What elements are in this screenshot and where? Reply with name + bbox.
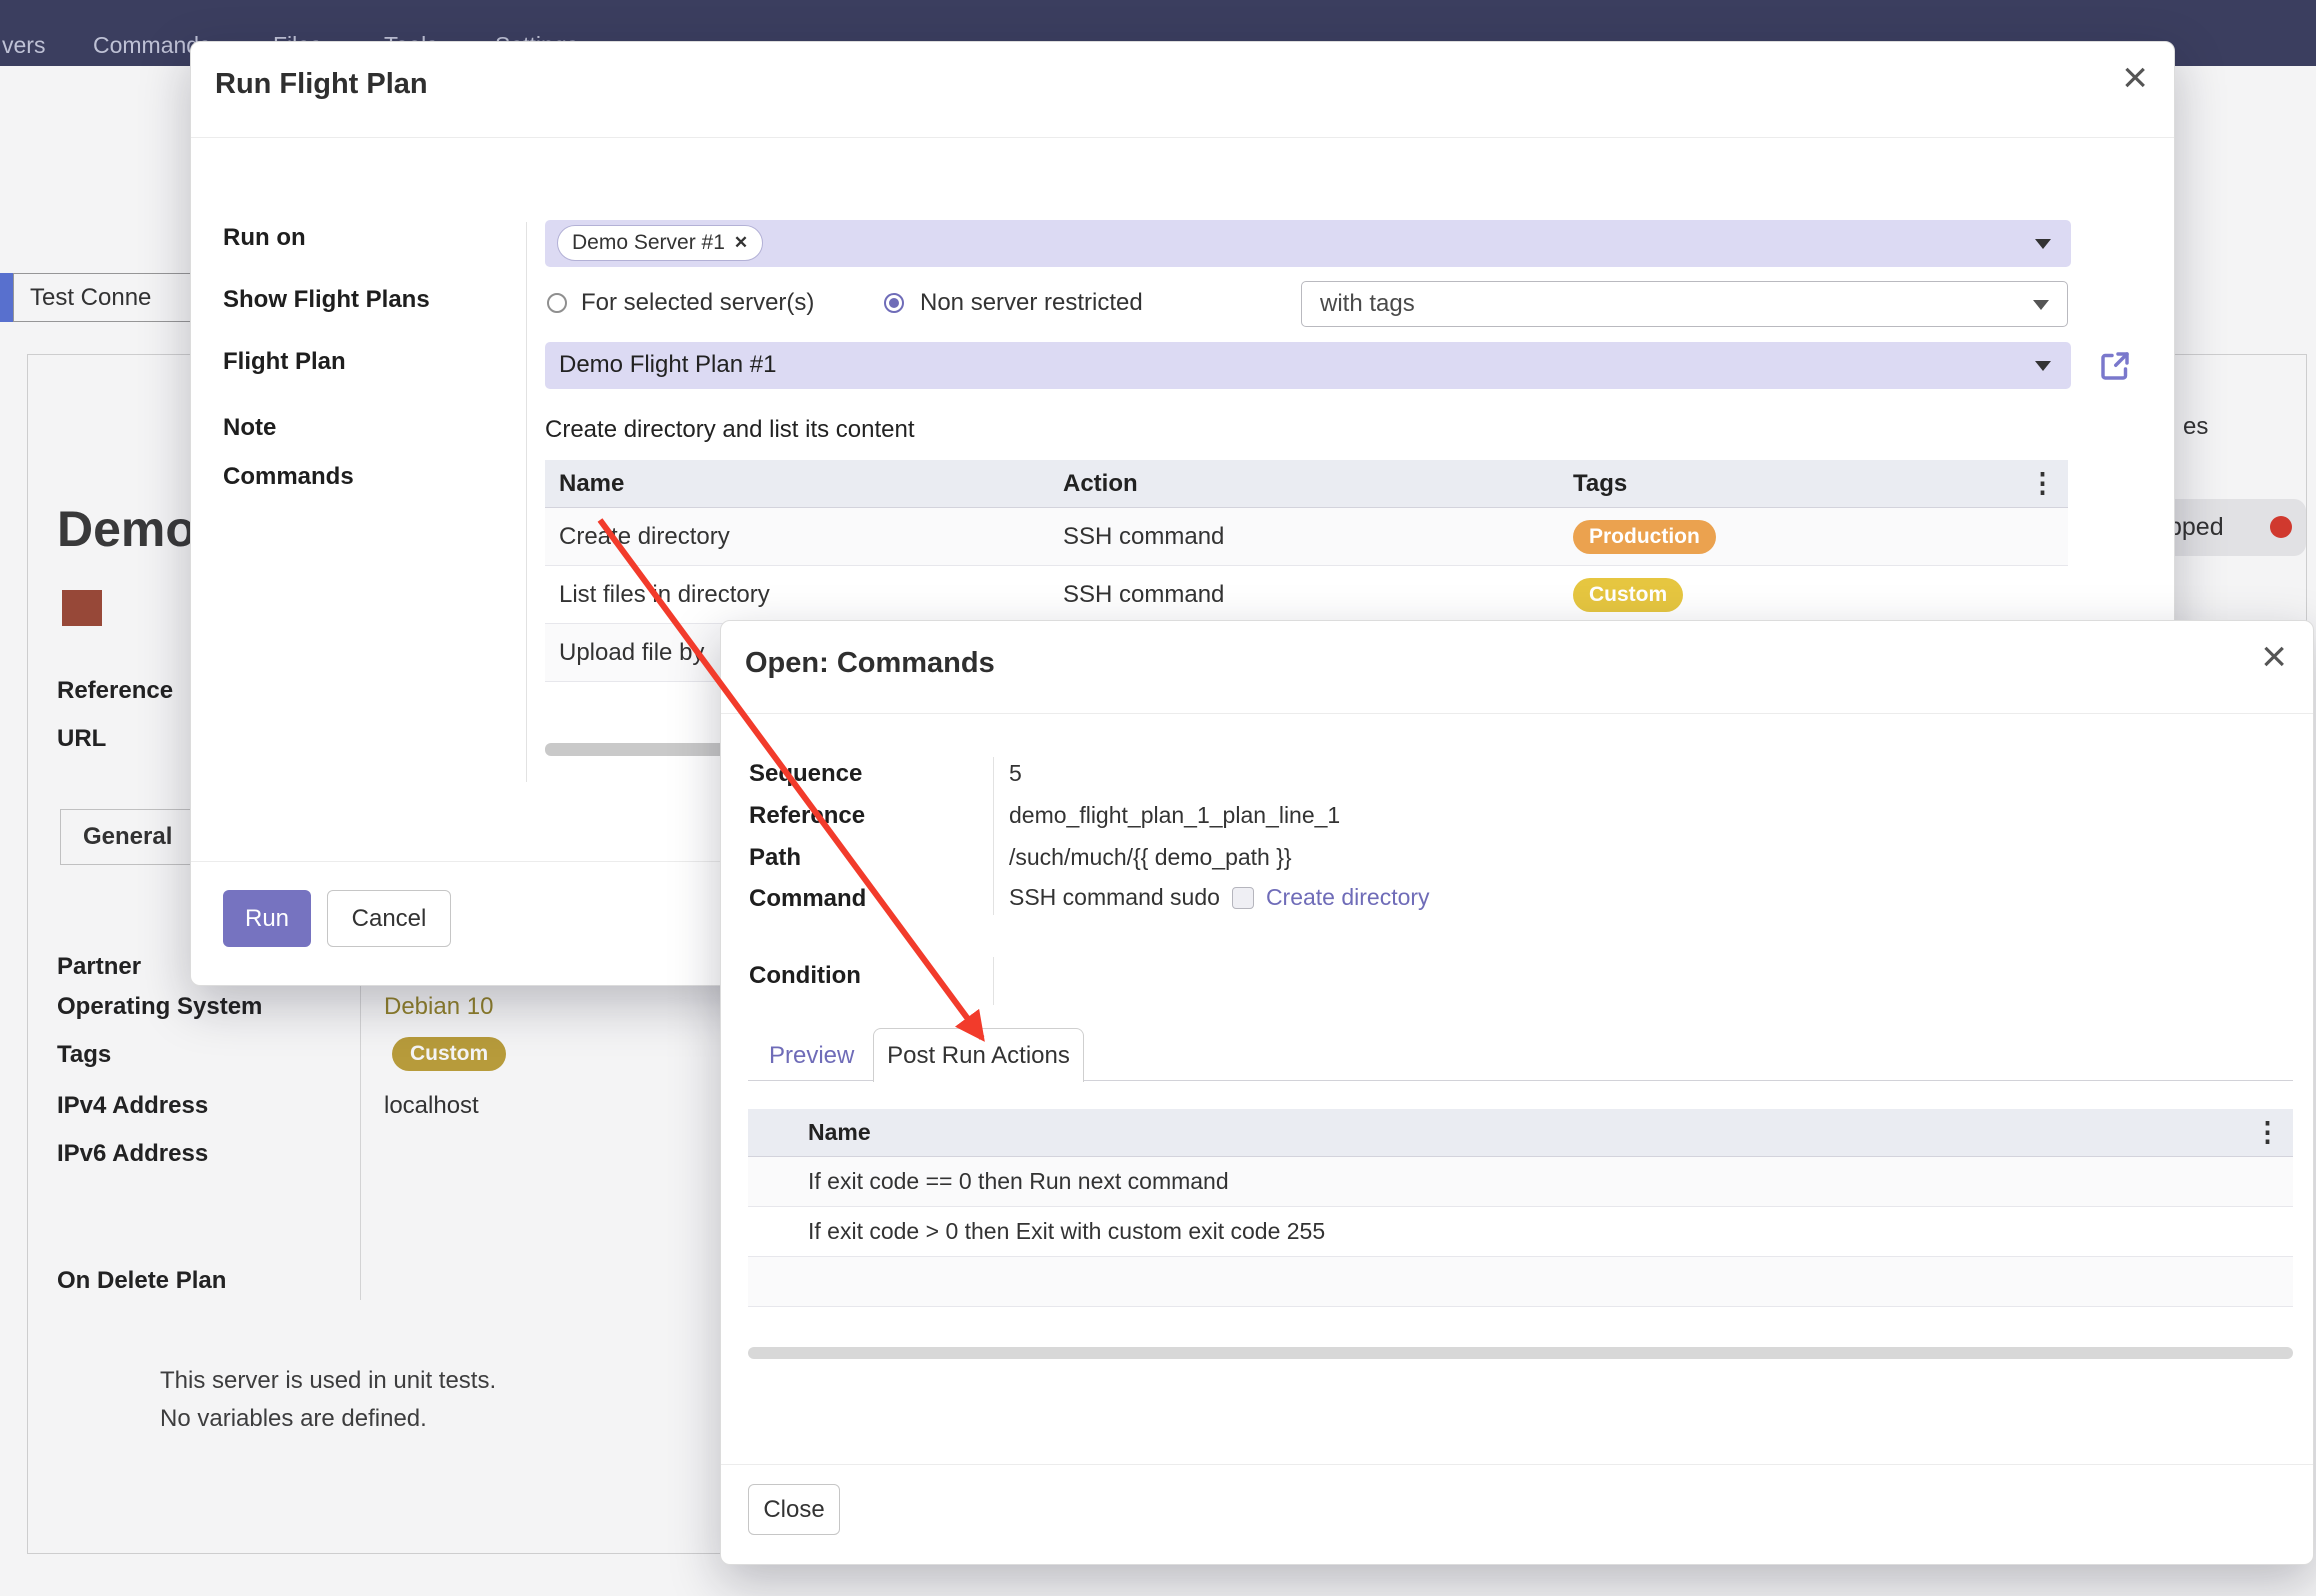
cell-name: If exit code > 0 then Exit with custom e… bbox=[808, 1218, 1325, 1245]
label-path: Path bbox=[749, 844, 801, 872]
horizontal-scrollbar[interactable] bbox=[748, 1347, 2293, 1359]
modal-column-divider bbox=[993, 757, 994, 915]
label-run-on: Run on bbox=[223, 224, 306, 252]
column-header-name[interactable]: Name bbox=[545, 470, 1063, 498]
post-run-actions-table: Name ⋮ If exit code == 0 then Run next c… bbox=[748, 1109, 2293, 1307]
modal-column-divider bbox=[993, 957, 994, 1005]
table-header-row: Name ⋮ bbox=[748, 1109, 2293, 1157]
label-commands: Commands bbox=[223, 463, 354, 491]
with-tags-value: with tags bbox=[1320, 290, 1415, 318]
screen: vers Commands Files Tools Settings Test … bbox=[0, 0, 2316, 1596]
value-path: /such/much/{{ demo_path }} bbox=[1009, 844, 1292, 871]
server-chip[interactable]: Demo Server #1 ✕ bbox=[557, 225, 763, 261]
table-row[interactable]: If exit code == 0 then Run next command bbox=[748, 1157, 2293, 1207]
close-icon[interactable]: × bbox=[2122, 56, 2148, 100]
radio-non-server-restricted-label[interactable]: Non server restricted bbox=[920, 289, 1143, 317]
column-options-icon[interactable]: ⋮ bbox=[2028, 468, 2068, 499]
header-divider bbox=[191, 137, 2174, 138]
close-icon[interactable]: × bbox=[2261, 635, 2287, 679]
footer-divider bbox=[721, 1464, 2313, 1465]
table-row[interactable]: If exit code > 0 then Exit with custom e… bbox=[748, 1207, 2293, 1257]
radio-selected-servers[interactable] bbox=[547, 293, 567, 313]
server-chip-label: Demo Server #1 bbox=[572, 231, 725, 255]
table-row[interactable]: Create directory SSH command Production bbox=[545, 508, 2068, 566]
run-modal-title: Run Flight Plan bbox=[215, 68, 428, 101]
header-divider bbox=[721, 713, 2313, 714]
open-commands-modal: Open: Commands × Sequence Reference Path… bbox=[720, 620, 2314, 1565]
tab-preview[interactable]: Preview bbox=[769, 1042, 854, 1070]
tag-badge-custom: Custom bbox=[1573, 578, 1683, 612]
column-header-name[interactable]: Name bbox=[796, 1119, 2253, 1146]
column-header-action[interactable]: Action bbox=[1063, 470, 1573, 498]
chip-remove-icon[interactable]: ✕ bbox=[734, 233, 748, 253]
label-command: Command bbox=[749, 885, 866, 913]
run-on-field[interactable]: Demo Server #1 ✕ bbox=[545, 220, 2071, 267]
value-command-row: SSH command sudo Create directory bbox=[1009, 884, 1430, 911]
cell-name: If exit code == 0 then Run next command bbox=[808, 1168, 1229, 1195]
dropdown-caret-icon[interactable] bbox=[2035, 239, 2051, 249]
flight-plan-value: Demo Flight Plan #1 bbox=[559, 351, 776, 379]
cell-action: SSH command bbox=[1063, 523, 1573, 551]
table-row[interactable]: List files in directory SSH command Cust… bbox=[545, 566, 2068, 624]
label-reference: Reference bbox=[749, 802, 865, 830]
cancel-button[interactable]: Cancel bbox=[327, 890, 451, 947]
dropdown-caret-icon[interactable] bbox=[2033, 300, 2049, 310]
value-sequence: 5 bbox=[1009, 760, 1022, 787]
tag-badge-production: Production bbox=[1573, 520, 1716, 554]
run-button[interactable]: Run bbox=[223, 890, 311, 947]
column-options-icon[interactable]: ⋮ bbox=[2253, 1117, 2293, 1148]
label-flight-plan: Flight Plan bbox=[223, 348, 346, 376]
label-note: Note bbox=[223, 414, 276, 442]
close-button[interactable]: Close bbox=[748, 1484, 840, 1535]
dropdown-caret-icon[interactable] bbox=[2035, 361, 2051, 371]
value-reference: demo_flight_plan_1_plan_line_1 bbox=[1009, 802, 1340, 829]
create-directory-link[interactable]: Create directory bbox=[1266, 884, 1430, 911]
value-command: SSH command sudo bbox=[1009, 884, 1220, 911]
cell-name: List files in directory bbox=[545, 581, 1063, 609]
with-tags-select[interactable]: with tags bbox=[1301, 281, 2068, 327]
tab-post-run-actions[interactable]: Post Run Actions bbox=[873, 1028, 1084, 1082]
table-header-row: Name Action Tags ⋮ bbox=[545, 460, 2068, 508]
note-value: Create directory and list its content bbox=[545, 416, 915, 444]
command-checkbox[interactable] bbox=[1232, 887, 1254, 909]
modal-column-divider bbox=[526, 222, 527, 782]
table-row-empty bbox=[748, 1257, 2293, 1307]
external-link-icon[interactable] bbox=[2097, 348, 2133, 384]
commands-modal-title: Open: Commands bbox=[745, 647, 995, 680]
cell-action: SSH command bbox=[1063, 581, 1573, 609]
flight-plan-field[interactable]: Demo Flight Plan #1 bbox=[545, 342, 2071, 389]
label-sequence: Sequence bbox=[749, 760, 862, 788]
label-show-flight-plans: Show Flight Plans bbox=[223, 286, 430, 314]
label-condition: Condition bbox=[749, 962, 861, 990]
cell-name: Create directory bbox=[545, 523, 1063, 551]
column-header-tags[interactable]: Tags bbox=[1573, 470, 2028, 498]
radio-non-server-restricted[interactable] bbox=[884, 293, 904, 313]
radio-selected-servers-label[interactable]: For selected server(s) bbox=[581, 289, 814, 317]
